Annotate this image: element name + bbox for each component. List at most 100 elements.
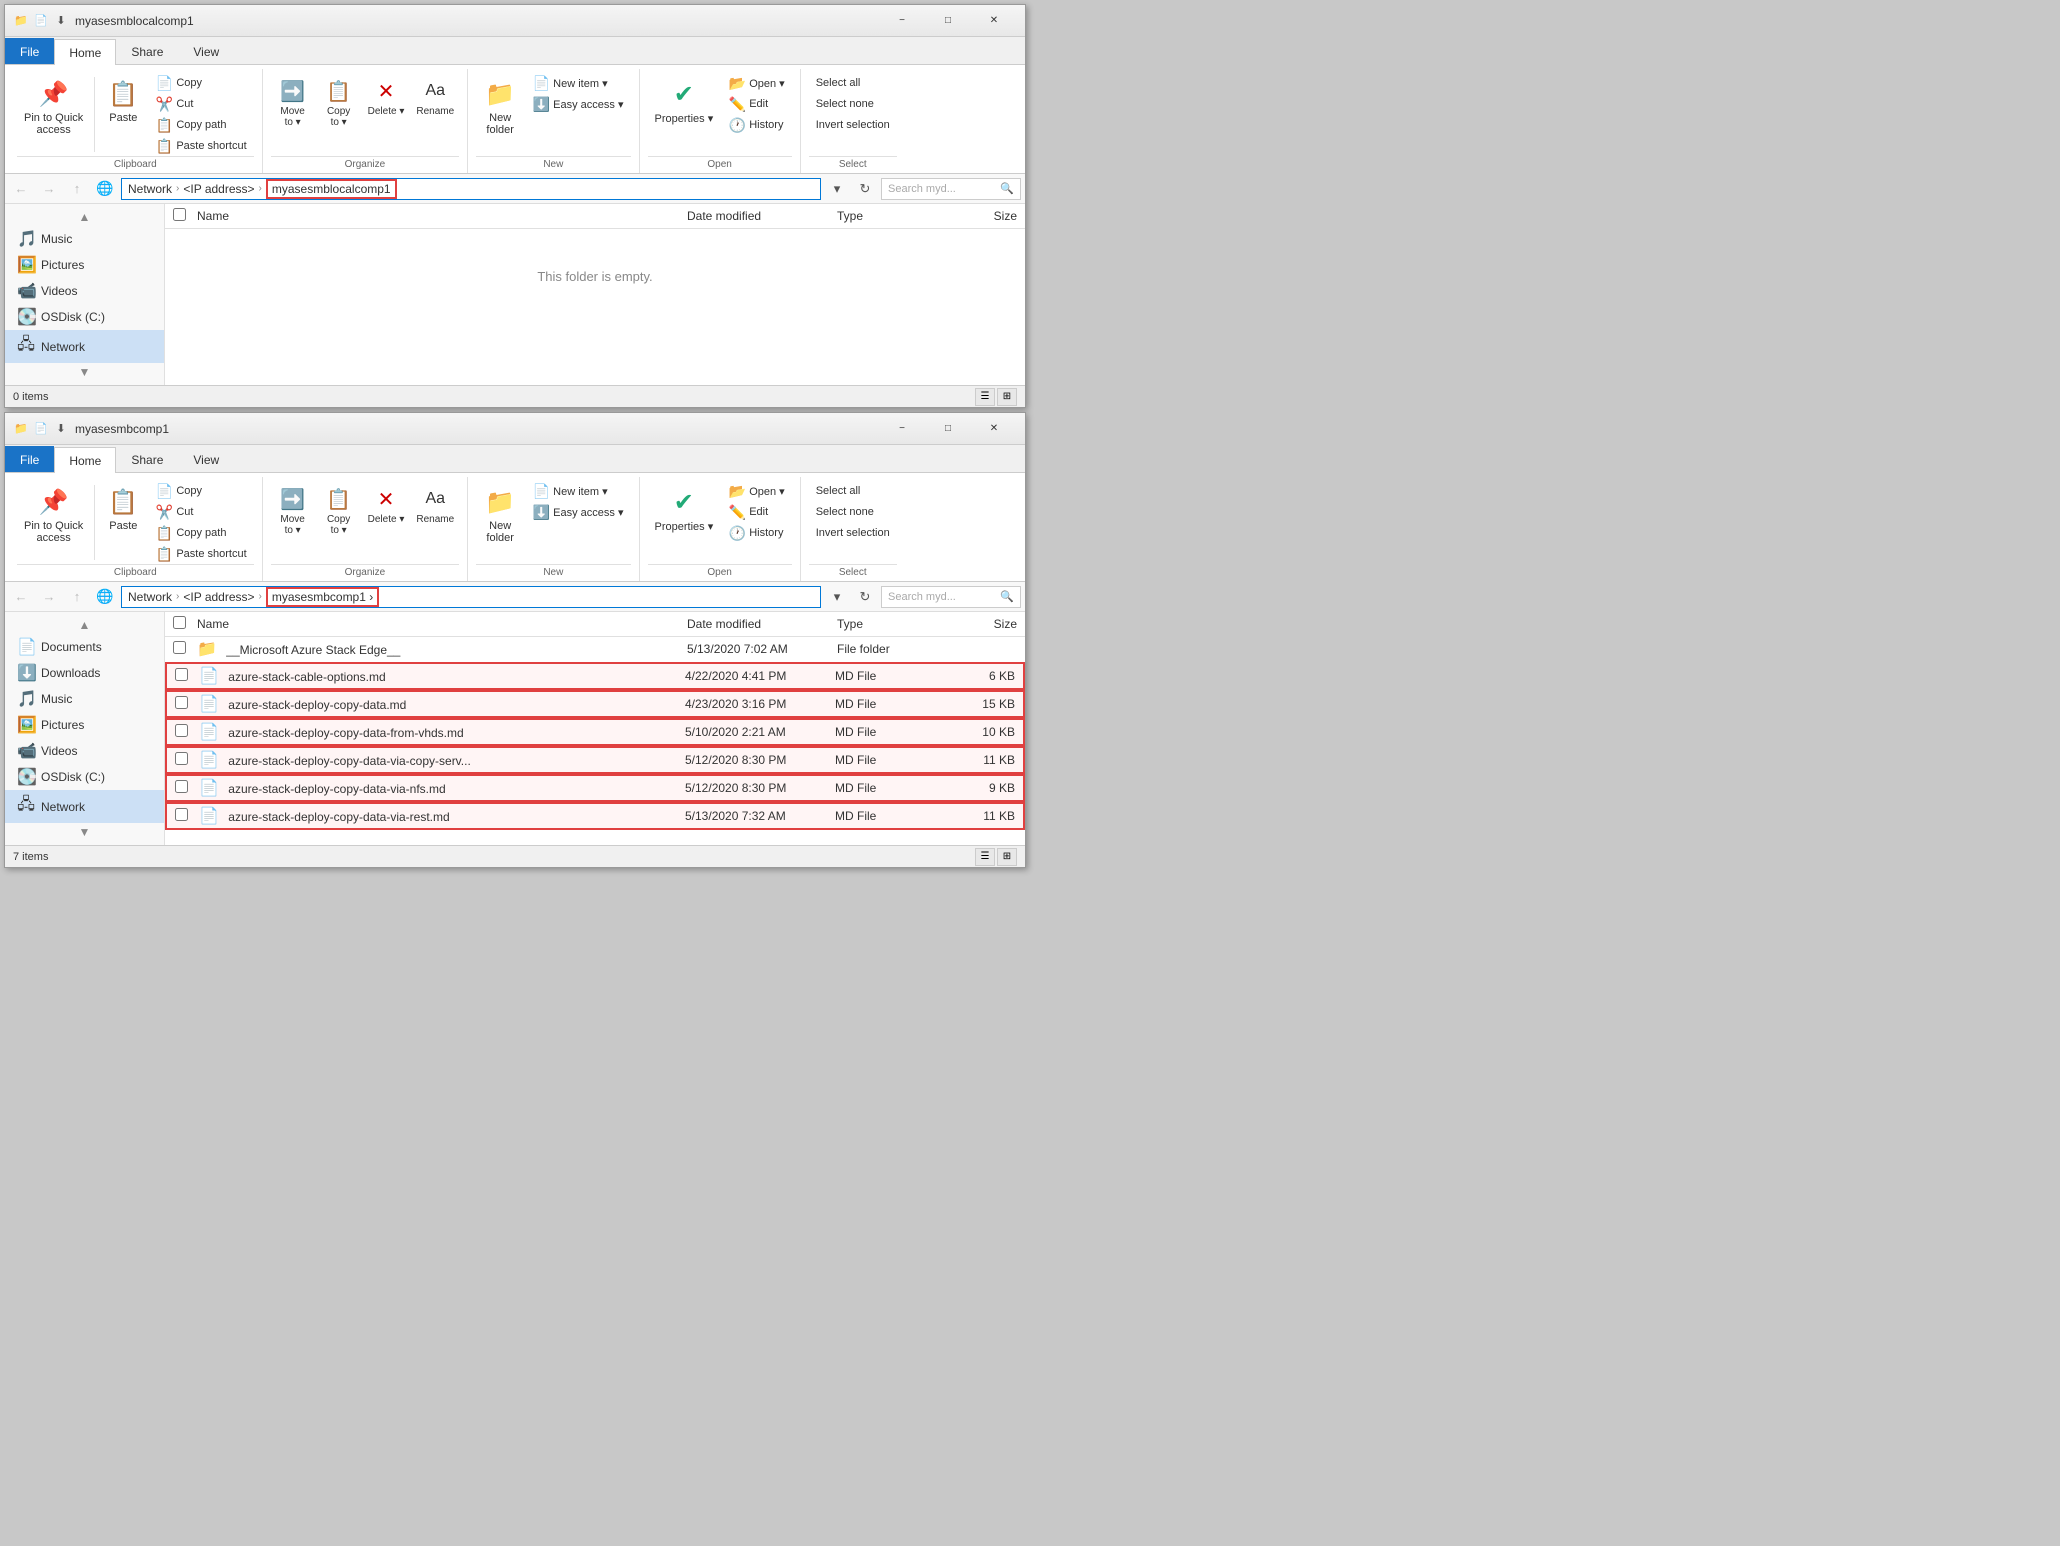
refresh-button[interactable]: ↻ (853, 585, 877, 609)
back-button[interactable]: ← (9, 177, 33, 201)
paste-shortcut-button[interactable]: 📋 Paste shortcut (149, 544, 253, 564)
move-to-button[interactable]: ➡️ Moveto ▾ (271, 481, 315, 549)
pin-quick-access-button[interactable]: 📌 Pin to Quickaccess (17, 73, 90, 141)
up-button[interactable]: ↑ (65, 585, 89, 609)
file-checkbox[interactable] (175, 780, 188, 793)
rename-button[interactable]: Aa Rename (411, 73, 459, 141)
sidebar-scroll-down[interactable]: ▼ (5, 363, 164, 381)
file-row[interactable]: 📄 azure-stack-deploy-copy-data-via-nfs.m… (165, 774, 1025, 802)
breadcrumb-ip[interactable]: <IP address> (183, 590, 254, 604)
file-checkbox[interactable] (175, 808, 188, 821)
select-none-button[interactable]: Select none (809, 94, 897, 114)
new-folder-button[interactable]: 📁 Newfolder (476, 73, 524, 141)
sidebar-item-network[interactable]: 🖧 Network (5, 790, 164, 823)
breadcrumb-network[interactable]: Network (128, 182, 172, 196)
new-folder-button[interactable]: 📁 Newfolder (476, 481, 524, 549)
paste-shortcut-button[interactable]: 📋 Paste shortcut (149, 136, 253, 156)
ribbon-tab-home[interactable]: Home (54, 447, 116, 473)
close-button[interactable]: ✕ (971, 413, 1017, 445)
history-button[interactable]: 🕐 History (722, 115, 792, 135)
dropdown-button[interactable]: ▾ (825, 585, 849, 609)
large-icon-view-button[interactable]: ⊞ (997, 388, 1017, 406)
easy-access-button[interactable]: ⬇️ Easy access ▾ (526, 94, 630, 114)
copy-button[interactable]: 📄 Copy (149, 481, 253, 501)
col-header-type[interactable]: Type (837, 209, 937, 223)
minimize-button[interactable]: − (879, 5, 925, 37)
file-row[interactable]: 📁 __Microsoft Azure Stack Edge__ 5/13/20… (165, 637, 1025, 662)
file-checkbox[interactable] (175, 696, 188, 709)
new-item-button[interactable]: 📄 New item ▾ (526, 73, 630, 93)
select-all-checkbox[interactable] (173, 616, 186, 629)
paste-button[interactable]: 📋 Paste (99, 73, 147, 141)
col-header-name[interactable]: Name (197, 617, 687, 631)
breadcrumb-ip[interactable]: <IP address> (183, 182, 254, 196)
col-header-date[interactable]: Date modified (687, 209, 837, 223)
col-header-date[interactable]: Date modified (687, 617, 837, 631)
invert-selection-button[interactable]: Invert selection (809, 115, 897, 135)
file-checkbox[interactable] (175, 752, 188, 765)
file-checkbox[interactable] (175, 724, 188, 737)
file-row[interactable]: 📄 azure-stack-cable-options.md 4/22/2020… (165, 662, 1025, 690)
paste-button[interactable]: 📋 Paste (99, 481, 147, 549)
up-button[interactable]: ↑ (65, 177, 89, 201)
ribbon-tab-view[interactable]: View (178, 446, 234, 472)
ribbon-tab-file[interactable]: File (5, 446, 54, 472)
ribbon-tab-share[interactable]: Share (116, 38, 178, 64)
copy-button[interactable]: 📄 Copy (149, 73, 253, 93)
search-box[interactable]: Search myd... 🔍 (881, 178, 1021, 200)
copy-path-button[interactable]: 📋 Copy path (149, 523, 253, 543)
file-checkbox[interactable] (173, 641, 186, 654)
breadcrumb-share[interactable]: myasesmbcomp1 › (266, 587, 379, 607)
ribbon-tab-view[interactable]: View (178, 38, 234, 64)
ribbon-tab-share[interactable]: Share (116, 446, 178, 472)
address-path[interactable]: Network › <IP address> › myasesmbcomp1 › (121, 586, 821, 608)
dropdown-button[interactable]: ▾ (825, 177, 849, 201)
forward-button[interactable]: → (37, 177, 61, 201)
file-row[interactable]: 📄 azure-stack-deploy-copy-data-via-copy-… (165, 746, 1025, 774)
sidebar-item-videos[interactable]: 📹 Videos (5, 278, 164, 304)
sidebar-scroll-up[interactable]: ▲ (5, 208, 164, 226)
maximize-button[interactable]: □ (925, 413, 971, 445)
sidebar-item-osdisk--c--[interactable]: 💽 OSDisk (C:) (5, 764, 164, 790)
sidebar-item-documents[interactable]: 📄 Documents (5, 634, 164, 660)
delete-button[interactable]: ✕ Delete ▾ (363, 73, 410, 141)
invert-selection-button[interactable]: Invert selection (809, 523, 897, 543)
select-all-button[interactable]: Select all (809, 481, 897, 501)
cut-button[interactable]: ✂️ Cut (149, 502, 253, 522)
sidebar-scroll-down[interactable]: ▼ (5, 823, 164, 841)
close-button[interactable]: ✕ (971, 5, 1017, 37)
open-button[interactable]: 📂 Open ▾ (722, 73, 792, 93)
sidebar-item-pictures[interactable]: 🖼️ Pictures (5, 252, 164, 278)
easy-access-button[interactable]: ⬇️ Easy access ▾ (526, 502, 630, 522)
details-view-button[interactable]: ☰ (975, 388, 995, 406)
large-icon-view-button[interactable]: ⊞ (997, 848, 1017, 866)
ribbon-tab-file[interactable]: File (5, 38, 54, 64)
details-view-button[interactable]: ☰ (975, 848, 995, 866)
select-all-checkbox[interactable] (173, 208, 186, 221)
refresh-button[interactable]: ↻ (853, 177, 877, 201)
file-row[interactable]: 📄 azure-stack-deploy-copy-data.md 4/23/2… (165, 690, 1025, 718)
sidebar-item-pictures[interactable]: 🖼️ Pictures (5, 712, 164, 738)
sidebar-scroll-up[interactable]: ▲ (5, 616, 164, 634)
sidebar-item-videos[interactable]: 📹 Videos (5, 738, 164, 764)
edit-button[interactable]: ✏️ Edit (722, 94, 792, 114)
col-header-size[interactable]: Size (937, 617, 1017, 631)
sidebar-item-downloads[interactable]: ⬇️ Downloads (5, 660, 164, 686)
history-button[interactable]: 🕐 History (722, 523, 792, 543)
select-all-button[interactable]: Select all (809, 73, 897, 93)
select-none-button[interactable]: Select none (809, 502, 897, 522)
sidebar-item-network[interactable]: 🖧 Network (5, 330, 164, 363)
properties-button[interactable]: ✔ Properties ▾ (648, 481, 721, 549)
address-path[interactable]: Network › <IP address> › myasesmblocalco… (121, 178, 821, 200)
col-header-name[interactable]: Name (197, 209, 687, 223)
pin-quick-access-button[interactable]: 📌 Pin to Quickaccess (17, 481, 90, 549)
sidebar-item-music[interactable]: 🎵 Music (5, 686, 164, 712)
rename-button[interactable]: Aa Rename (411, 481, 459, 549)
col-header-size[interactable]: Size (937, 209, 1017, 223)
new-item-button[interactable]: 📄 New item ▾ (526, 481, 630, 501)
cut-button[interactable]: ✂️ Cut (149, 94, 253, 114)
breadcrumb-network[interactable]: Network (128, 590, 172, 604)
back-button[interactable]: ← (9, 585, 33, 609)
maximize-button[interactable]: □ (925, 5, 971, 37)
breadcrumb-share[interactable]: myasesmblocalcomp1 (266, 179, 397, 199)
